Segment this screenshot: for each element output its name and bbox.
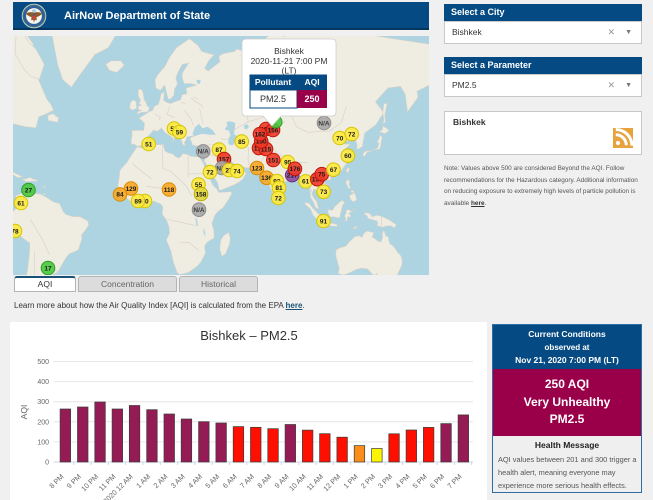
svg-text:Pollutant: Pollutant [255, 77, 292, 87]
svg-text:118: 118 [164, 187, 175, 194]
svg-text:7 AM: 7 AM [238, 472, 256, 490]
svg-text:6 AM: 6 AM [221, 472, 239, 490]
svg-text:8 AM: 8 AM [255, 472, 273, 490]
svg-text:75: 75 [318, 172, 326, 179]
svg-text:PM2.5: PM2.5 [260, 94, 286, 104]
svg-text:AQI: AQI [19, 405, 29, 420]
svg-text:129: 129 [126, 186, 137, 193]
svg-text:162: 162 [255, 131, 266, 138]
svg-text:74: 74 [233, 168, 241, 175]
svg-text:3 AM: 3 AM [169, 472, 187, 490]
svg-text:10 AM: 10 AM [287, 472, 308, 493]
svg-text:51: 51 [145, 141, 153, 148]
svg-text:67: 67 [330, 167, 338, 174]
svg-text:5 AM: 5 AM [203, 472, 221, 490]
svg-text:60: 60 [344, 153, 352, 160]
svg-text:2 AM: 2 AM [151, 472, 169, 490]
svg-text:Bishkek – PM2.5: Bishkek – PM2.5 [200, 328, 298, 343]
svg-text:151: 151 [268, 157, 279, 164]
svg-text:4 AM: 4 AM [186, 472, 204, 490]
svg-text:12 PM: 12 PM [321, 472, 342, 493]
svg-text:250: 250 [304, 94, 319, 104]
svg-text:2020-11-21 7:00 PM: 2020-11-21 7:00 PM [251, 56, 328, 66]
svg-text:2 PM: 2 PM [359, 472, 377, 490]
svg-text:500: 500 [37, 359, 49, 366]
svg-text:300: 300 [37, 399, 49, 406]
svg-text:70: 70 [336, 135, 344, 142]
svg-text:85: 85 [238, 139, 246, 146]
svg-text:N/A: N/A [198, 149, 210, 156]
svg-text:400: 400 [37, 379, 49, 386]
svg-text:59: 59 [176, 129, 184, 136]
svg-text:Bishkek: Bishkek [274, 46, 305, 56]
svg-text:73: 73 [320, 189, 328, 196]
svg-text:176: 176 [289, 166, 300, 173]
svg-text:78: 78 [13, 228, 19, 235]
svg-text:6 PM: 6 PM [428, 472, 446, 490]
svg-text:N/A: N/A [318, 120, 330, 127]
svg-text:61: 61 [302, 179, 310, 186]
svg-text:AQI: AQI [304, 77, 319, 87]
svg-text:158: 158 [196, 191, 207, 198]
svg-text:1 PM: 1 PM [341, 472, 359, 490]
svg-text:84: 84 [116, 192, 124, 199]
svg-text:91: 91 [320, 218, 328, 225]
svg-text:1 AM: 1 AM [134, 472, 152, 490]
svg-text:(LT): (LT) [282, 66, 297, 76]
svg-text:7 PM: 7 PM [445, 472, 463, 490]
svg-text:10 PM: 10 PM [79, 472, 100, 493]
svg-text:17: 17 [44, 265, 52, 272]
svg-text:3 PM: 3 PM [376, 472, 394, 490]
svg-text:0: 0 [45, 460, 49, 467]
svg-text:27: 27 [25, 187, 33, 194]
svg-text:11 AM: 11 AM [305, 472, 325, 492]
svg-text:72: 72 [275, 195, 283, 202]
svg-text:72: 72 [206, 169, 214, 176]
svg-text:5 PM: 5 PM [411, 472, 429, 490]
svg-text:72: 72 [348, 131, 356, 138]
svg-text:100: 100 [37, 439, 49, 446]
svg-text:N/A: N/A [193, 207, 205, 214]
svg-text:200: 200 [37, 419, 49, 426]
svg-text:89: 89 [134, 198, 142, 205]
svg-text:123: 123 [252, 165, 263, 172]
svg-text:8 PM: 8 PM [47, 472, 65, 490]
svg-text:61: 61 [17, 200, 25, 207]
svg-text:4 PM: 4 PM [393, 472, 411, 490]
